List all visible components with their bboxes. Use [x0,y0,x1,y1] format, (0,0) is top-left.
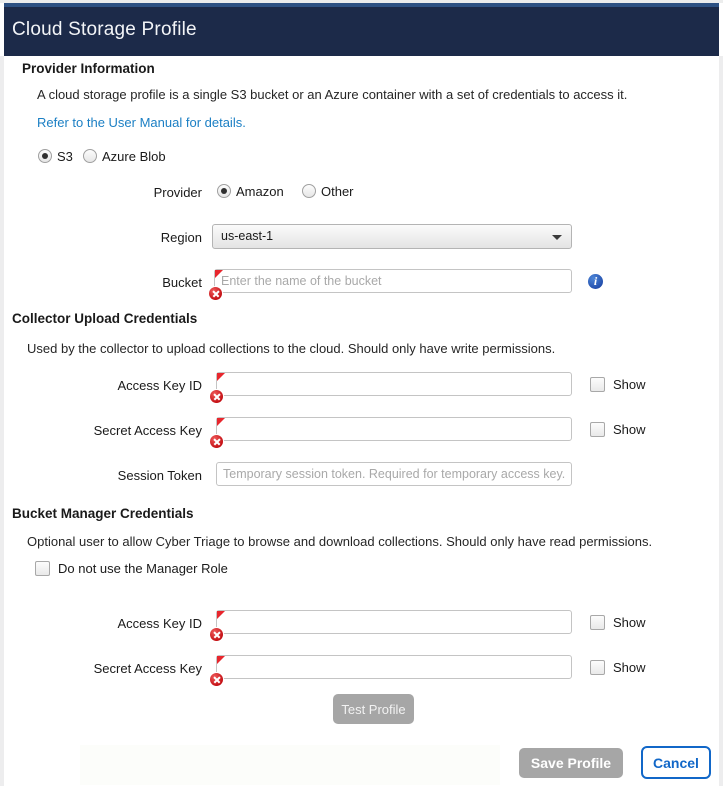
radio-label-azure-blob[interactable]: Azure Blob [102,149,166,164]
no-manager-role-label[interactable]: Do not use the Manager Role [58,561,228,576]
manager-access-key-id-label: Access Key ID [64,616,202,631]
collector-access-key-id-show-label[interactable]: Show [613,377,646,392]
window-right-edge [719,56,723,786]
user-manual-link[interactable]: Refer to the User Manual for details. [37,115,246,130]
provider-information-description: A cloud storage profile is a single S3 b… [37,87,627,102]
bucket-manager-credentials-description: Optional user to allow Cyber Triage to b… [27,534,652,549]
radio-storage-type-azure-blob[interactable] [83,149,97,163]
region-select-value: us-east-1 [221,229,273,243]
chevron-down-icon [552,235,562,240]
radio-label-s3[interactable]: S3 [57,149,73,164]
collector-secret-access-key-show-label[interactable]: Show [613,422,646,437]
collector-upload-credentials-heading: Collector Upload Credentials [12,311,197,326]
cancel-button[interactable]: Cancel [641,746,711,779]
radio-storage-type-s3[interactable] [38,149,52,163]
test-profile-button[interactable]: Test Profile [333,694,414,724]
collector-access-key-id-show-checkbox[interactable] [590,377,605,392]
bucket-label: Bucket [104,275,202,290]
collector-upload-credentials-description: Used by the collector to upload collecti… [27,341,555,356]
bucket-input[interactable] [214,269,572,293]
manager-access-key-id-input[interactable] [216,610,572,634]
manager-secret-access-key-input[interactable] [216,655,572,679]
page-title: Cloud Storage Profile [12,19,197,41]
provider-information-heading: Provider Information [22,61,155,76]
session-token-label: Session Token [64,468,202,483]
manager-access-key-id-show-checkbox[interactable] [590,615,605,630]
bucket-manager-credentials-heading: Bucket Manager Credentials [12,506,194,521]
collector-secret-access-key-show-checkbox[interactable] [590,422,605,437]
region-select[interactable]: us-east-1 [212,224,572,249]
window-titlebar: Cloud Storage Profile [4,7,719,56]
info-icon-glyph: i [588,273,603,289]
radio-label-other[interactable]: Other [321,184,354,199]
collector-access-key-id-label: Access Key ID [64,378,202,393]
radio-provider-amazon[interactable] [217,184,231,198]
manager-secret-access-key-show-label[interactable]: Show [613,660,646,675]
region-label: Region [104,230,202,245]
info-icon[interactable]: i [588,274,603,289]
manager-secret-access-key-label: Secret Access Key [64,661,202,676]
dialog-content: Provider Information A cloud storage pro… [4,56,719,782]
collector-secret-access-key-input[interactable] [216,417,572,441]
radio-provider-other[interactable] [302,184,316,198]
manager-secret-access-key-show-checkbox[interactable] [590,660,605,675]
provider-label: Provider [104,185,202,200]
collector-secret-access-key-label: Secret Access Key [64,423,202,438]
manager-access-key-id-show-label[interactable]: Show [613,615,646,630]
collector-access-key-id-input[interactable] [216,372,572,396]
no-manager-role-checkbox[interactable] [35,561,50,576]
session-token-input[interactable] [216,462,572,486]
radio-label-amazon[interactable]: Amazon [236,184,284,199]
save-profile-button[interactable]: Save Profile [519,748,623,778]
footer-bar [80,745,500,785]
cloud-storage-profile-window: Cloud Storage Profile Provider Informati… [0,0,723,786]
